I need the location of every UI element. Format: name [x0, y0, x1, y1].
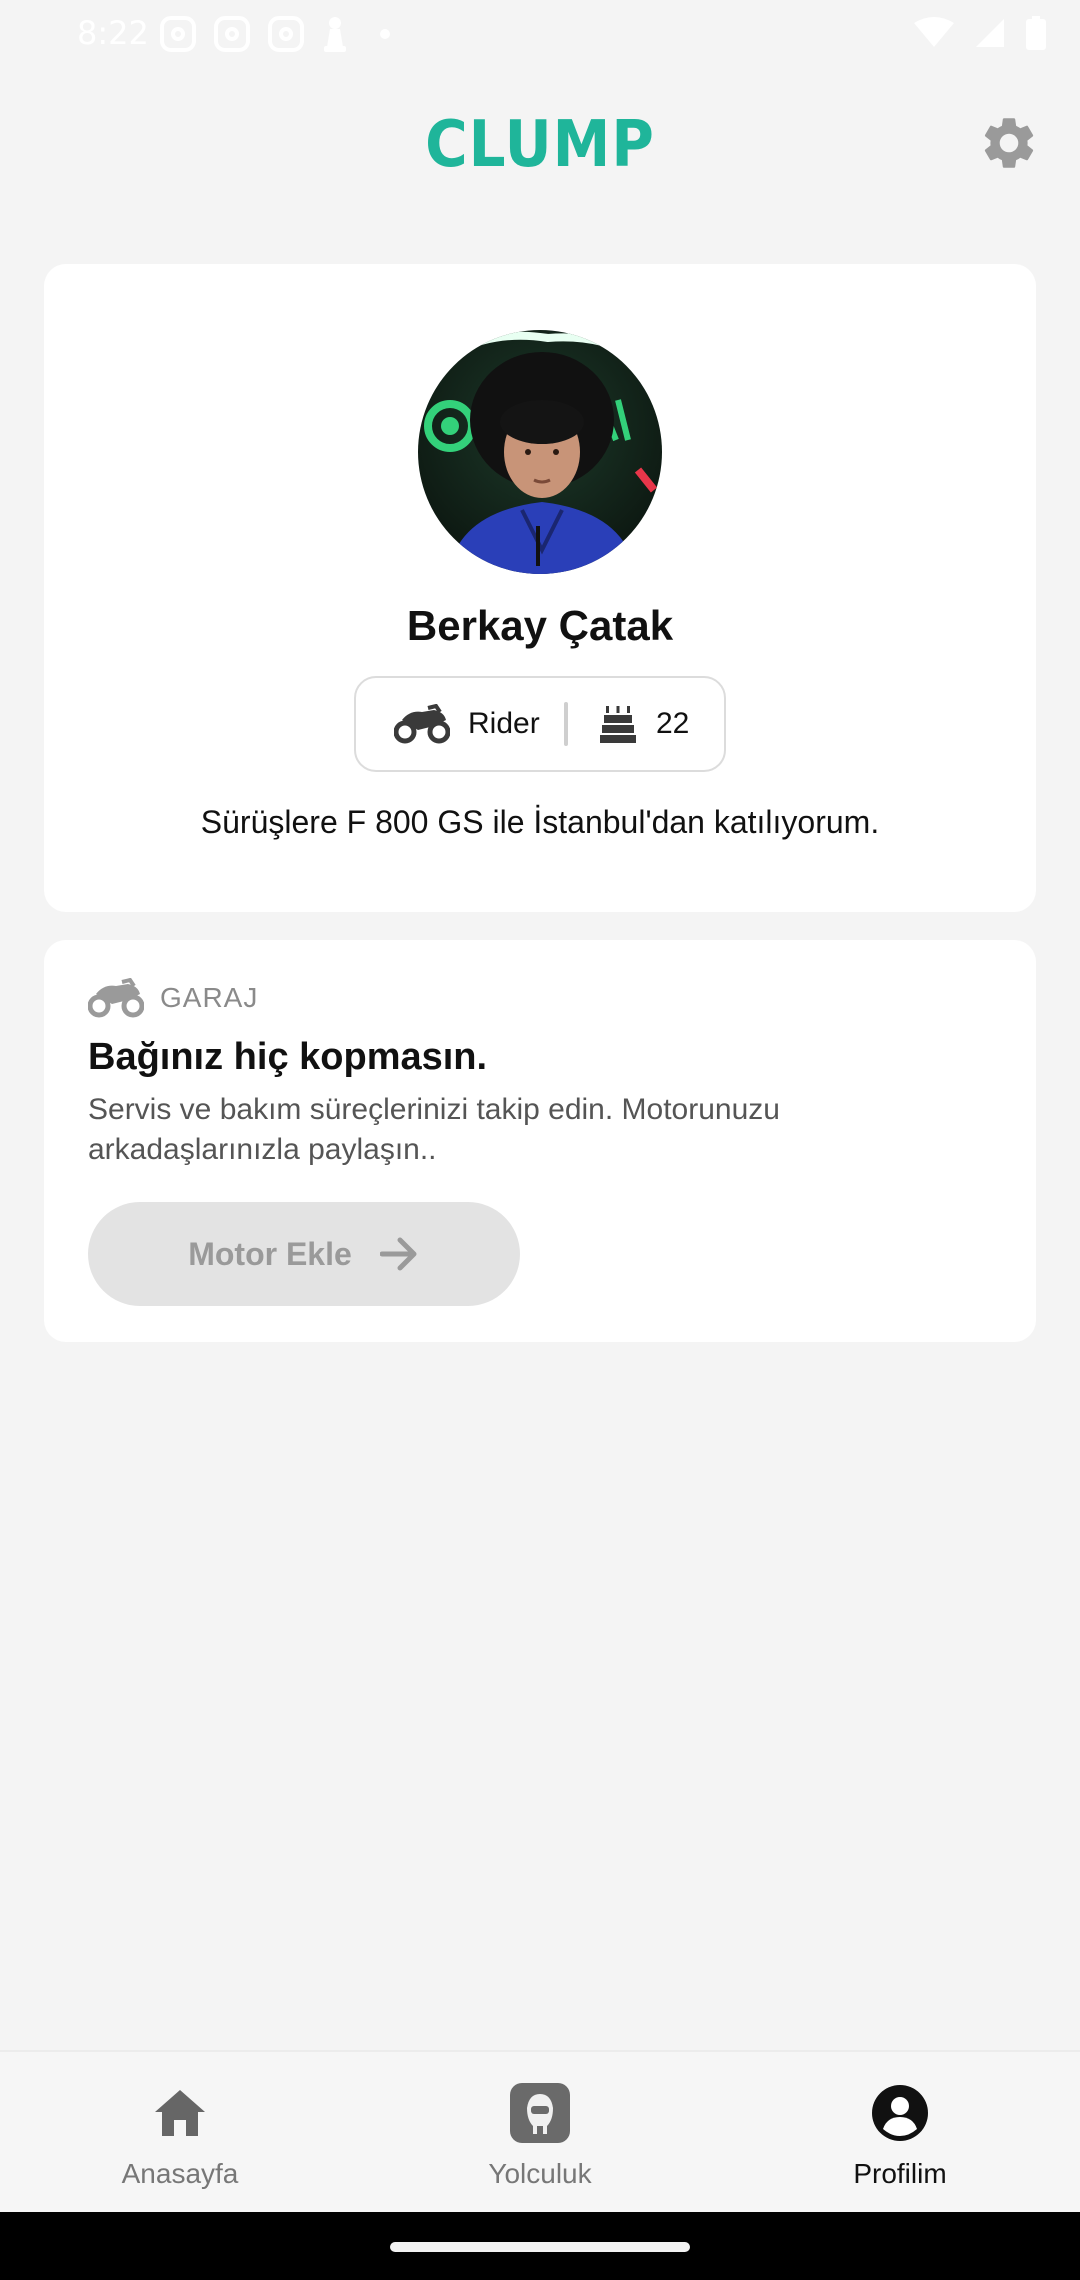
garage-header: GARAJ: [88, 978, 258, 1018]
motorcycle-icon: [88, 978, 144, 1018]
status-bar: 8:22: [0, 0, 1080, 70]
chess-pawn-icon: [324, 17, 346, 52]
nav-item-trip[interactable]: Yolculuk: [360, 2052, 720, 2214]
instagram-icon: [214, 16, 250, 52]
garage-description: Servis ve bakım süreçlerinizi takip edin…: [88, 1093, 780, 1166]
instagram-icon: [268, 16, 304, 52]
role-label: Rider: [468, 707, 540, 740]
system-icons: [914, 16, 1046, 50]
nav-label-trip: Yolculuk: [488, 2158, 592, 2189]
status-time: 8:22: [77, 14, 149, 52]
bottom-nav: Anasayfa Yolculuk Profilim: [0, 2050, 1080, 2212]
profile-name: Berkay Çatak: [406, 602, 674, 649]
role-info: Rider: [356, 704, 564, 744]
birthday-cake-icon: [600, 706, 636, 743]
nav-label-profile: Profilim: [853, 2158, 947, 2189]
garage-section-label: GARAJ: [160, 982, 259, 1013]
profile-card: Berkay Çatak Rider 22 Sürüşlere F 800 GS…: [44, 264, 1036, 912]
home-gesture-pill[interactable]: [390, 2242, 690, 2252]
age-info: 22: [568, 704, 689, 744]
instagram-icon: [160, 16, 196, 52]
gear-icon[interactable]: [978, 112, 1040, 174]
helmet-icon: [510, 2083, 570, 2143]
nav-label-home: Anasayfa: [121, 2158, 239, 2189]
battery-icon: [1026, 16, 1046, 50]
nav-item-profile[interactable]: Profilim: [720, 2052, 1080, 2214]
add-motor-button[interactable]: Motor Ekle: [88, 1202, 520, 1306]
app-header: CLUMP: [0, 100, 1080, 190]
wifi-icon: [914, 17, 954, 47]
motorcycle-icon: [394, 704, 450, 744]
garage-title: Bağınız hiç kopmasın.: [88, 1036, 488, 1078]
gesture-bar: [0, 2212, 1080, 2280]
user-circle-icon: [872, 2085, 928, 2141]
notification-icons: [160, 16, 390, 52]
dot-icon: [380, 29, 390, 39]
add-motor-label: Motor Ekle: [188, 1235, 352, 1272]
home-icon: [155, 2090, 205, 2136]
nav-item-home[interactable]: Anasayfa: [0, 2052, 360, 2214]
app-logo: CLUMP: [425, 106, 655, 182]
age-value: 22: [656, 707, 690, 740]
garage-card: GARAJ Bağınız hiç kopmasın. Servis ve ba…: [44, 940, 1036, 1342]
profile-bio: Sürüşlere F 800 GS ile İstanbul'dan katı…: [200, 804, 880, 840]
avatar[interactable]: [418, 330, 662, 574]
arrow-right-icon: [379, 1237, 417, 1271]
profile-info-chip: Rider 22: [354, 676, 726, 772]
signal-icon: [976, 19, 1004, 47]
